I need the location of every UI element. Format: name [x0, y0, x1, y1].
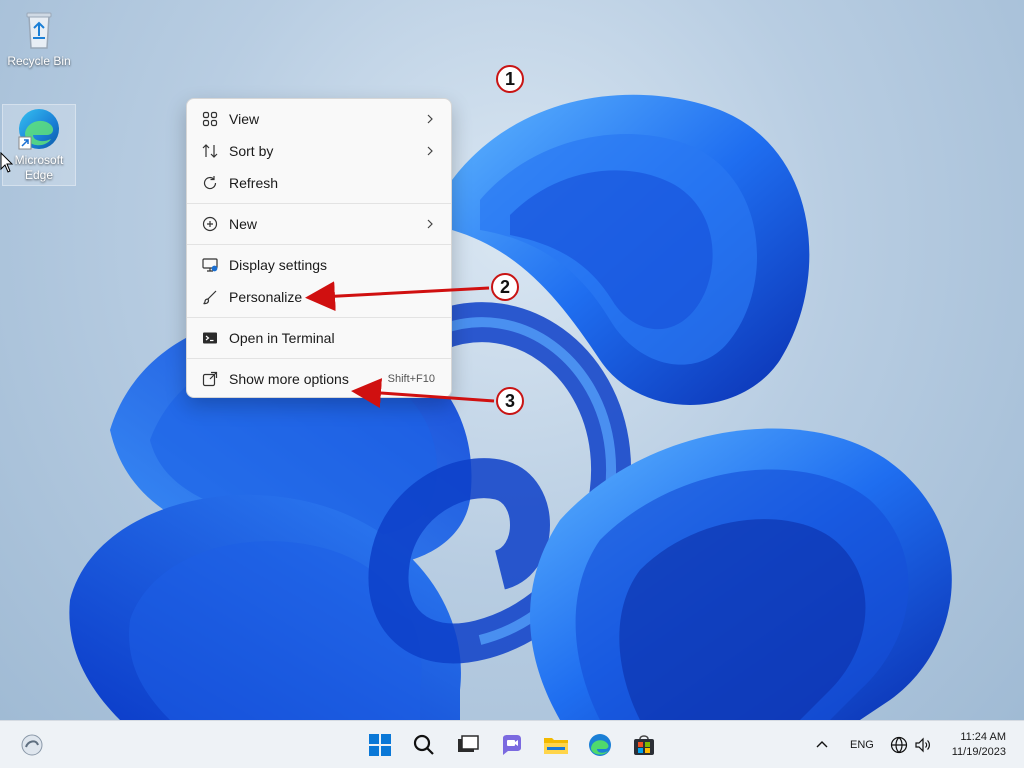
- menu-separator: [187, 203, 451, 204]
- mouse-pointer-icon: [0, 152, 14, 173]
- annotation-1: 1: [496, 65, 524, 93]
- menu-item-label: Show more options: [229, 371, 349, 387]
- sort-icon: [201, 142, 219, 160]
- chevron-right-icon: [427, 146, 433, 156]
- chat-icon[interactable]: [496, 729, 528, 761]
- task-view-icon[interactable]: [452, 729, 484, 761]
- menu-separator: [187, 317, 451, 318]
- chevron-right-icon: [427, 114, 433, 124]
- desktop-context-menu: View Sort by Refresh New Display setting…: [186, 98, 452, 398]
- menu-item-open-in-terminal[interactable]: Open in Terminal: [187, 322, 451, 354]
- network-icon[interactable]: [886, 729, 912, 761]
- language-indicator[interactable]: ENG: [850, 739, 874, 751]
- external-icon: [201, 370, 219, 388]
- system-clock[interactable]: 11:24 AM 11/19/2023: [952, 730, 1006, 760]
- menu-item-view[interactable]: View: [187, 103, 451, 135]
- edge-taskbar-icon[interactable]: [584, 729, 616, 761]
- plus-circle-icon: [201, 215, 219, 233]
- store-icon[interactable]: [628, 729, 660, 761]
- refresh-icon: [201, 174, 219, 192]
- edge-icon: [17, 107, 61, 151]
- grid-icon: [201, 110, 219, 128]
- taskbar: ENG 11:24 AM 11/19/2023: [0, 720, 1024, 768]
- menu-item-refresh[interactable]: Refresh: [187, 167, 451, 199]
- search-icon[interactable]: [408, 729, 440, 761]
- menu-item-show-more-options[interactable]: Show more options Shift+F10: [187, 363, 451, 395]
- chevron-right-icon: [427, 219, 433, 229]
- menu-item-sort-by[interactable]: Sort by: [187, 135, 451, 167]
- menu-item-label: Sort by: [229, 143, 274, 159]
- menu-item-label: Display settings: [229, 257, 328, 273]
- shortcut-hint: Shift+F10: [387, 373, 435, 385]
- menu-item-label: Open in Terminal: [229, 330, 335, 346]
- volume-icon[interactable]: [910, 729, 936, 761]
- menu-item-label: View: [229, 111, 260, 127]
- menu-item-display-settings[interactable]: Display settings: [187, 249, 451, 281]
- menu-item-new[interactable]: New: [187, 208, 451, 240]
- terminal-icon: [201, 329, 219, 347]
- menu-separator: [187, 358, 451, 359]
- recycle-bin-icon: [17, 8, 61, 52]
- desktop-icon-recycle-bin[interactable]: Recycle Bin: [2, 8, 76, 69]
- brush-icon: [201, 288, 219, 306]
- menu-item-label: Refresh: [229, 175, 279, 191]
- chevron-up-icon[interactable]: [812, 729, 832, 761]
- menu-separator: [187, 244, 451, 245]
- annotation-2: 2: [491, 273, 519, 301]
- display-settings-icon: [201, 256, 219, 274]
- clock-time: 11:24 AM: [960, 731, 1006, 743]
- menu-item-label: Personalize: [229, 289, 303, 305]
- annotation-3: 3: [496, 387, 524, 415]
- menu-item-label: New: [229, 216, 258, 232]
- clock-date: 11/19/2023: [951, 746, 1006, 758]
- start-icon[interactable]: [364, 729, 396, 761]
- recycle-bin-label: Recycle Bin: [7, 54, 71, 68]
- wallpaper-bloom: [69, 94, 952, 720]
- file-explorer-icon[interactable]: [540, 729, 572, 761]
- widgets-icon[interactable]: [16, 729, 48, 761]
- menu-item-personalize[interactable]: Personalize: [187, 281, 451, 313]
